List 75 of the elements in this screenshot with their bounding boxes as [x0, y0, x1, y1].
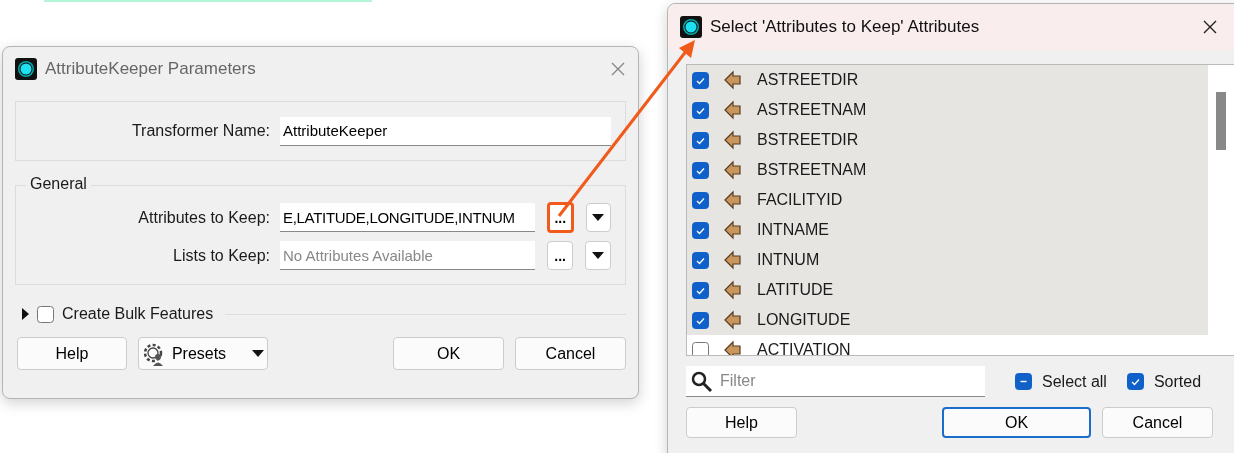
checkbox[interactable] [692, 161, 709, 179]
attribute-name: INTNUM [757, 251, 820, 269]
checkbox[interactable] [692, 281, 709, 299]
attribute-icon [723, 70, 743, 90]
attribute-icon [723, 130, 743, 150]
gear-icon [141, 341, 166, 366]
input-field[interactable]: AttributeKeeper [280, 116, 611, 146]
app-logo-icon [15, 58, 37, 80]
expand-icon[interactable] [21, 308, 29, 320]
attribute-icon [723, 310, 743, 330]
input-field[interactable]: No Attributes Available [280, 241, 536, 270]
close-icon[interactable] [1202, 19, 1218, 35]
checkbox[interactable] [1015, 373, 1032, 390]
search-icon [690, 370, 714, 394]
list-item[interactable]: INTNAME [687, 215, 1208, 245]
attribute-icon [723, 250, 743, 270]
checkbox-label: Create Bulk Features [62, 305, 214, 323]
dropdown-button[interactable] [585, 241, 611, 270]
list-item[interactable]: FACILITYID [687, 185, 1208, 215]
attribute-icon [723, 220, 743, 240]
list-item[interactable]: ASTREETNAM [687, 95, 1208, 125]
list-item[interactable]: INTNUM [687, 245, 1208, 275]
checkbox[interactable] [692, 341, 709, 355]
window-title: Select 'Attributes to Keep' Attributes [710, 17, 981, 37]
browse-button[interactable]: ... [546, 202, 574, 233]
field-label: Transformer Name: [130, 122, 271, 140]
input-field[interactable]: E,LATITUDE,LONGITUDE,INTNUM [280, 203, 535, 232]
field-label: Lists to Keep: [172, 246, 271, 265]
attribute-name: ACTIVATION [757, 341, 851, 355]
checkbox[interactable] [692, 131, 709, 149]
list-item[interactable]: BSTREETDIR [687, 125, 1208, 155]
window-title: AttributeKeeper Parameters [45, 59, 257, 79]
checkbox[interactable] [692, 311, 709, 329]
attribute-icon [723, 100, 743, 120]
list-item[interactable]: BSTREETNAM [687, 155, 1208, 185]
dialog-button[interactable]: Help [686, 407, 797, 438]
menu-button[interactable]: Presets [138, 337, 268, 370]
caret-icon [592, 214, 605, 221]
browse-button[interactable]: ... [547, 241, 574, 270]
dropdown-button[interactable] [585, 203, 611, 232]
attribute-icon [723, 190, 743, 210]
attribute-name: LATITUDE [757, 281, 834, 299]
checkbox-label: Select all [1042, 372, 1107, 391]
attribute-name: ASTREETDIR [757, 71, 859, 89]
checkbox[interactable] [1126, 373, 1144, 390]
dialog-button[interactable]: Cancel [1102, 407, 1213, 438]
attribute-name: ASTREETNAM [757, 101, 867, 119]
attribute-name: FACILITYID [757, 191, 843, 209]
checkbox[interactable] [692, 101, 709, 119]
caret-icon [592, 252, 605, 259]
checkbox[interactable] [692, 221, 709, 239]
dialog-button[interactable]: OK [942, 407, 1091, 438]
attribute-name: BSTREETNAM [757, 161, 867, 179]
attribute-name: LONGITUDE [757, 311, 851, 329]
attribute-icon [723, 280, 743, 300]
dialog-button[interactable]: Help [17, 337, 127, 370]
list-item[interactable]: LATITUDE [687, 275, 1208, 305]
checkbox[interactable] [692, 251, 709, 269]
scrollbar-thumb[interactable] [1216, 92, 1226, 150]
attribute-name: BSTREETDIR [757, 131, 859, 149]
attribute-name: INTNAME [757, 221, 829, 239]
checkbox[interactable] [37, 305, 54, 323]
caret-icon [252, 350, 265, 357]
checkbox[interactable] [692, 191, 709, 209]
attribute-icon [723, 340, 743, 355]
checkbox[interactable] [692, 71, 709, 89]
attribute-icon [723, 160, 743, 180]
list-item[interactable]: LONGITUDE [687, 305, 1208, 335]
dialog-button[interactable]: OK [393, 337, 504, 370]
filter-field[interactable]: Filter [686, 366, 985, 397]
checkbox-label: Sorted [1153, 372, 1202, 391]
field-label: Attributes to Keep: [137, 208, 271, 227]
dialog-button[interactable]: Cancel [515, 337, 626, 370]
list-item[interactable]: ASTREETDIR [687, 65, 1208, 95]
app-logo-icon [680, 16, 702, 38]
